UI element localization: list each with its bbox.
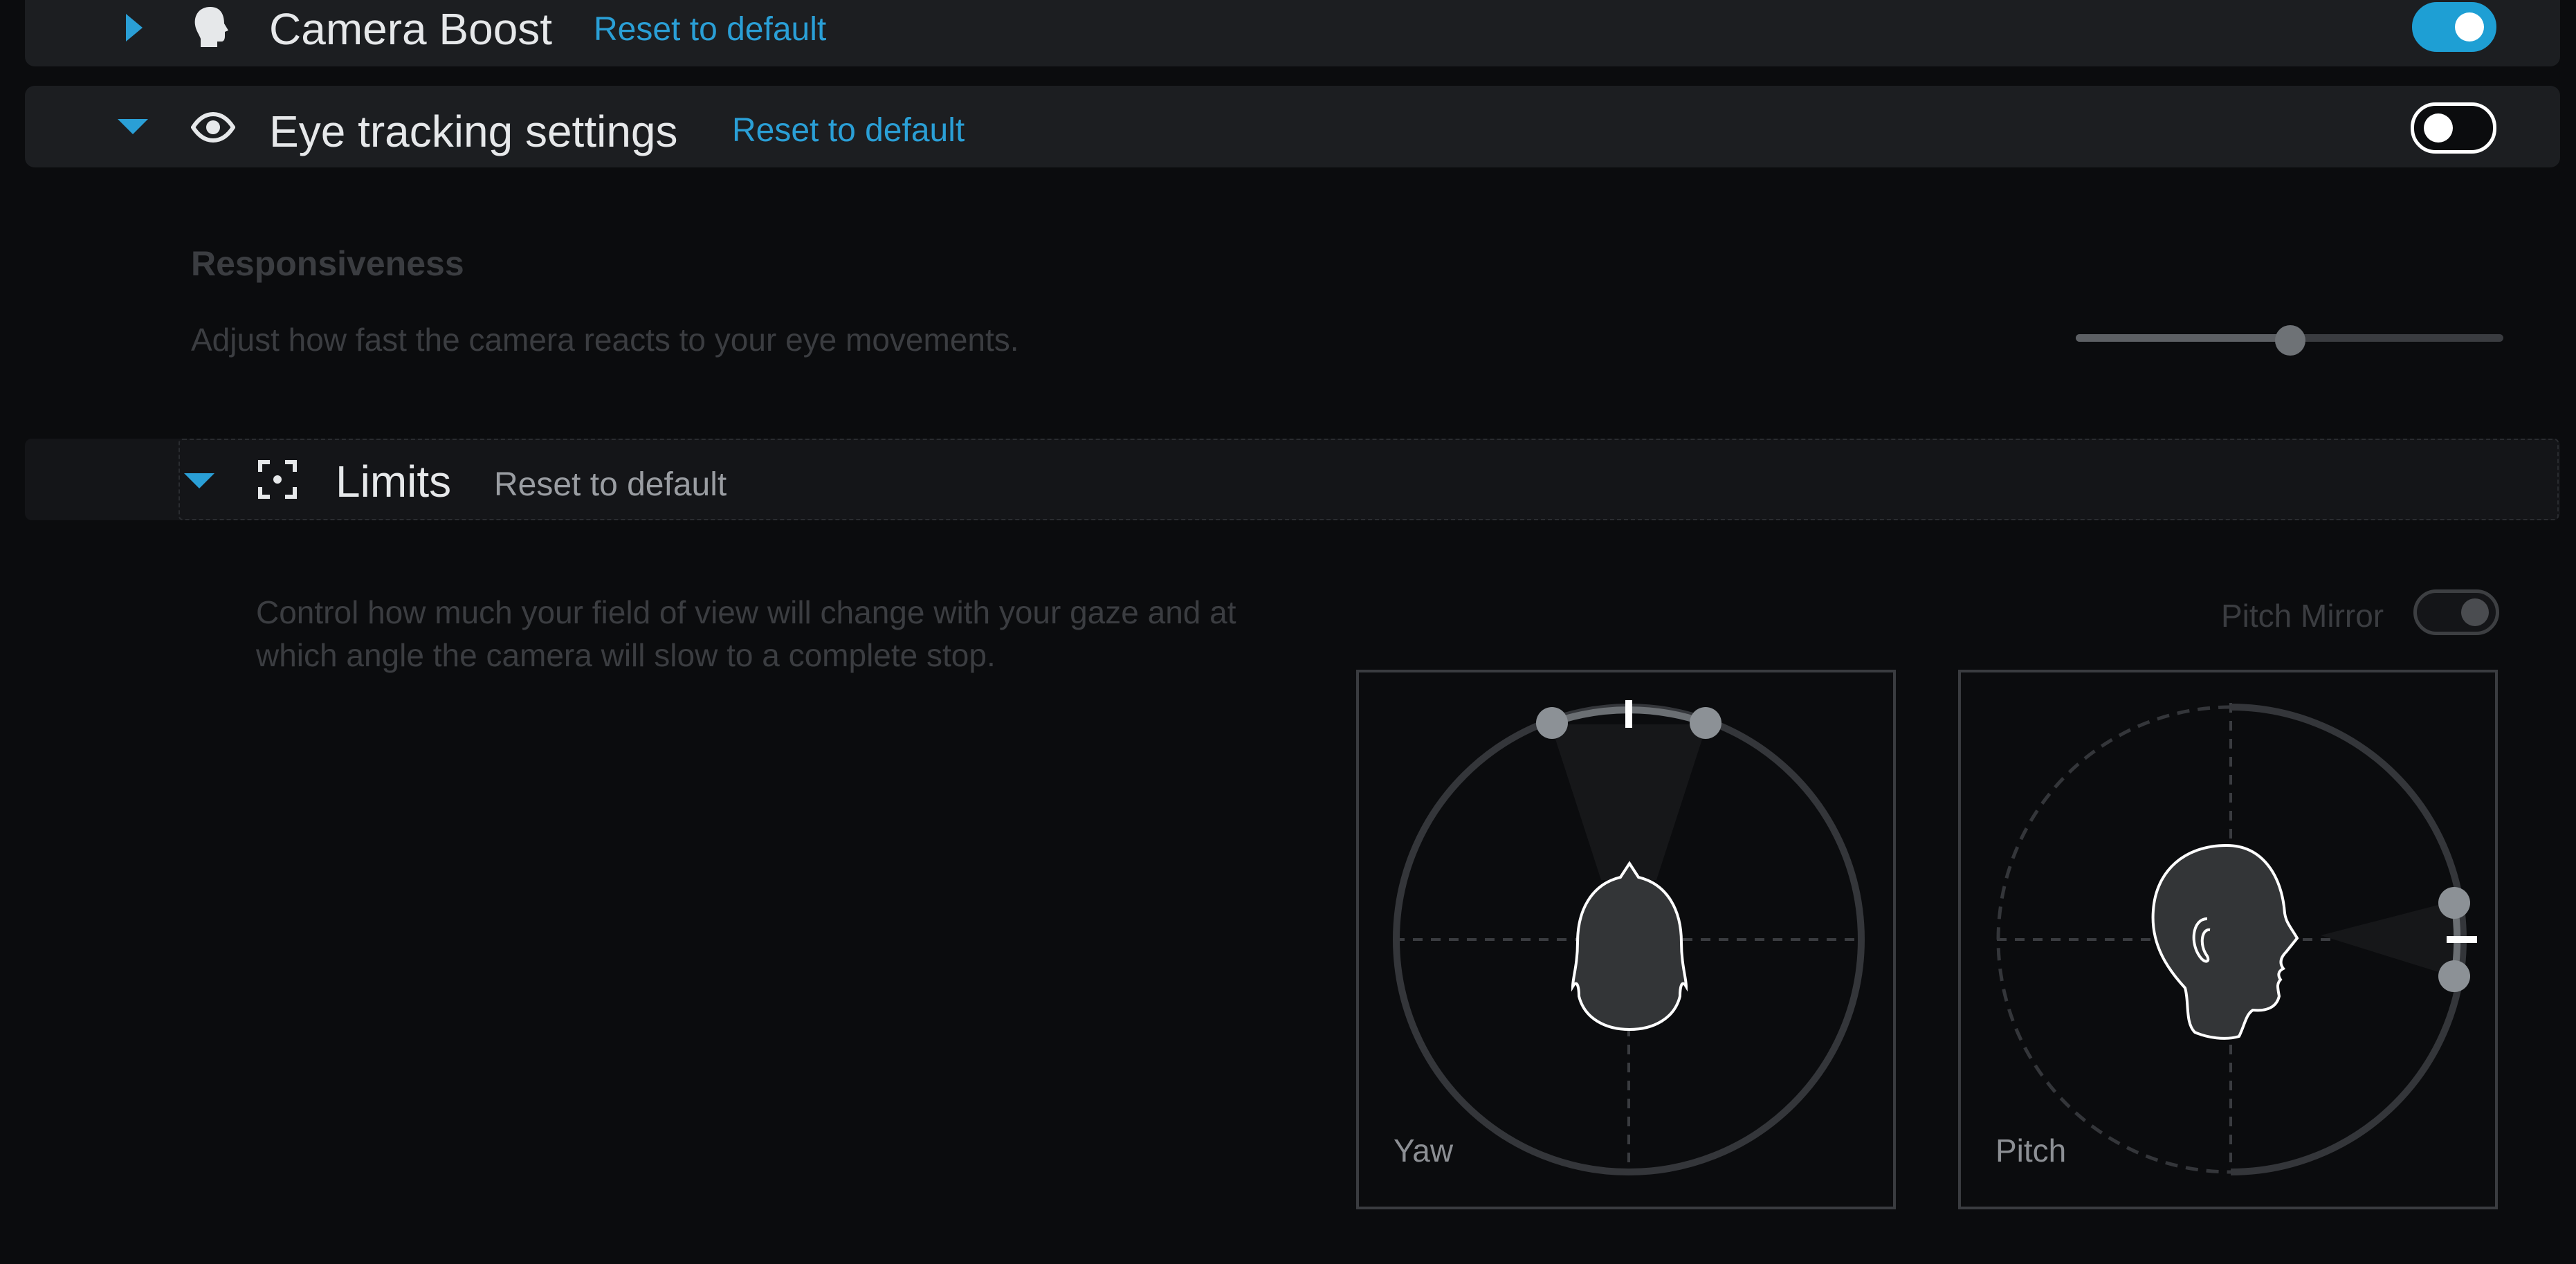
- head-side-view-icon: [2151, 843, 2299, 1040]
- responsiveness-title: Responsiveness: [191, 244, 464, 283]
- pitch-mirror-toggle[interactable]: [2413, 589, 2499, 635]
- camera-boost-title: Camera Boost: [269, 4, 553, 54]
- responsiveness-description: Adjust how fast the camera reacts to you…: [191, 322, 1019, 358]
- yaw-label: Yaw: [1394, 1133, 1454, 1169]
- limits-header[interactable]: Limits Reset to default: [25, 439, 2560, 520]
- camera-boost-header[interactable]: Camera Boost Reset to default: [25, 0, 2560, 66]
- eye-tracking-title: Eye tracking settings: [269, 107, 678, 156]
- pitch-diagram: Pitch: [1958, 670, 2498, 1209]
- eye-tracking-header[interactable]: Eye tracking settings Reset to default: [25, 86, 2560, 167]
- eye-icon: [191, 112, 235, 143]
- limits-reset-button[interactable]: Reset to default: [494, 466, 727, 504]
- focus-frame-icon: [258, 460, 297, 499]
- limits-title: Limits: [336, 457, 452, 506]
- toggle-knob: [2424, 113, 2453, 143]
- responsiveness-slider[interactable]: [2076, 325, 2503, 356]
- collapse-chevron-icon[interactable]: [184, 473, 214, 488]
- eye-tracking-reset-button[interactable]: Reset to default: [732, 114, 965, 147]
- toggle-knob: [2461, 598, 2489, 626]
- eye-tracking-toggle[interactable]: [2411, 102, 2496, 154]
- yaw-diagram: Yaw: [1356, 670, 1896, 1209]
- pitch-label: Pitch: [1995, 1133, 2067, 1169]
- collapse-chevron-icon[interactable]: [118, 119, 148, 134]
- slider-handle[interactable]: [2275, 325, 2305, 356]
- head-top-view-icon: [1571, 861, 1688, 1032]
- limits-description-line2: which angle the camera will slow to a co…: [256, 637, 996, 673]
- slider-fill: [2076, 334, 2290, 342]
- toggle-knob: [2455, 12, 2484, 42]
- pitch-mirror-label: Pitch Mirror: [2221, 598, 2384, 634]
- camera-boost-toggle[interactable]: [2412, 2, 2496, 52]
- limits-description-line1: Control how much your field of view will…: [256, 594, 1236, 630]
- head-icon: [194, 7, 228, 47]
- camera-boost-reset-button[interactable]: Reset to default: [594, 13, 826, 46]
- expand-chevron-icon[interactable]: [126, 14, 143, 42]
